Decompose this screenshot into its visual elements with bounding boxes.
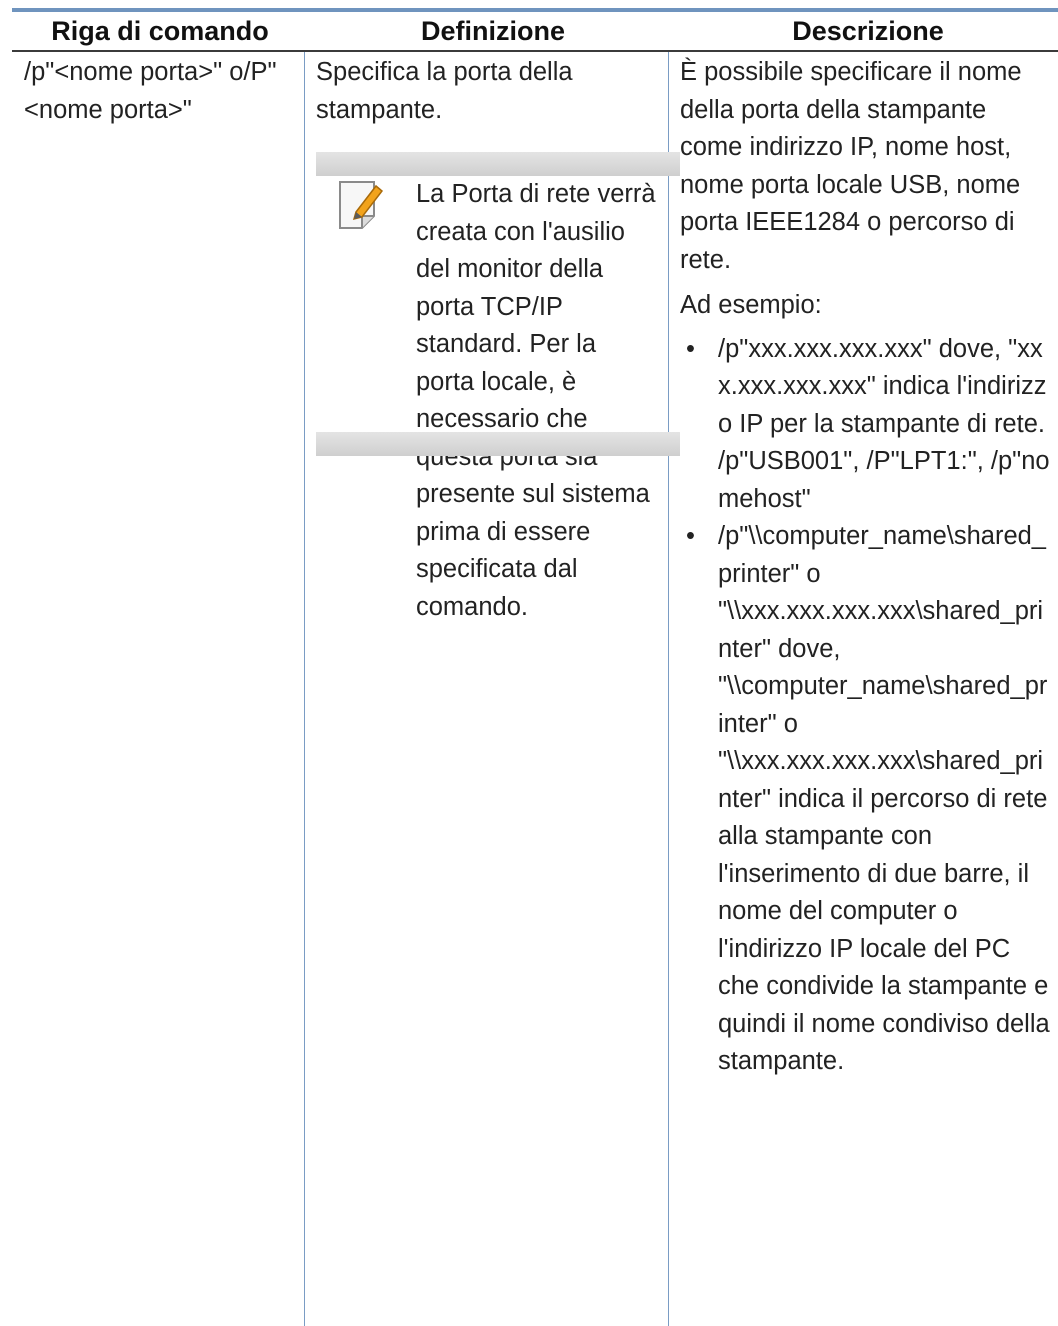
header-definition: Definizione [420, 16, 565, 46]
list-item: • /p"\\computer_name\shared_printer" o "… [680, 518, 1050, 1081]
definition-cell: Specifica la porta della stampante. [316, 58, 573, 124]
example-label: Ad esempio: [680, 291, 822, 319]
description-cell: È possibile specificare il nome della po… [680, 54, 1050, 1081]
column-divider [304, 52, 305, 1326]
bullet-icon: • [686, 334, 695, 363]
note-text: La Porta di rete verrà creata con l'ausi… [416, 180, 656, 621]
example-list: • /p"xxx.xxx.xxx.xxx" dove, "xxx.xxx.xxx… [680, 331, 1050, 1081]
description-intro: È possibile specificare il nome della po… [680, 58, 1022, 274]
bullet-icon: • [686, 522, 695, 550]
note-bottom-bar [316, 432, 680, 456]
header-command: Riga di comando [51, 16, 269, 46]
note-pencil-icon [336, 178, 386, 234]
command-cell: /p"<nome porta>" o/P"<nome porta>" [24, 58, 277, 124]
list-item-text: /p"\\computer_name\shared_printer" o "\\… [718, 522, 1050, 1075]
list-item-text: /p"xxx.xxx.xxx.xxx" dove, "xxx.xxx.xxx.x… [718, 334, 1050, 513]
note-top-bar [316, 152, 680, 176]
list-item: • /p"xxx.xxx.xxx.xxx" dove, "xxx.xxx.xxx… [680, 331, 1050, 519]
note-box: La Porta di rete verrà creata con l'ausi… [316, 152, 680, 621]
header-bottom-rule [12, 50, 1058, 52]
header-description: Descrizione [792, 16, 944, 46]
